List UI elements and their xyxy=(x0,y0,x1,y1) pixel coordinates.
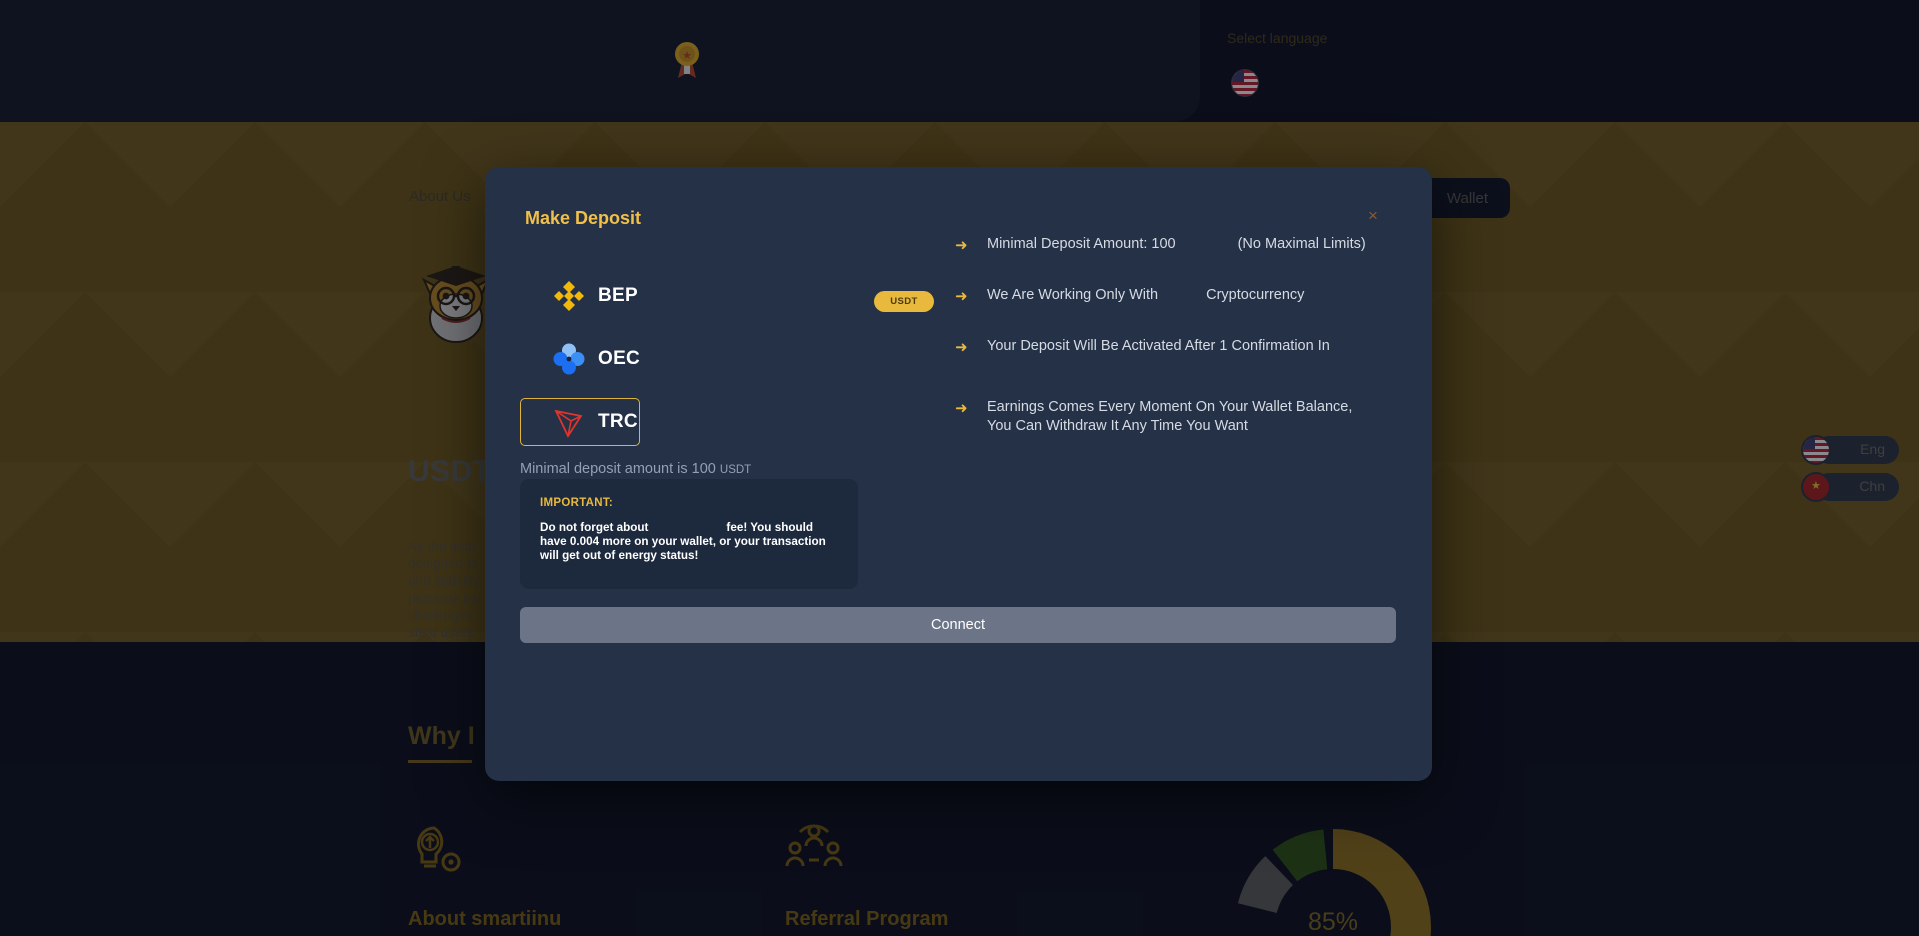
list-item: ➜ Earnings Comes Every Moment On Your Wa… xyxy=(955,398,1375,436)
chain-selector-list: BEP OEC TRC xyxy=(520,272,910,461)
deposit-info-list: ➜ Minimal Deposit Amount: 100 (No Maximal… xyxy=(955,235,1375,467)
bullet-3-text: Your Deposit Will Be Activated After 1 C… xyxy=(987,338,1330,354)
important-notice-box: IMPORTANT: Do not forget about fee! You s… xyxy=(520,479,858,589)
bullet-2-text: We Are Working Only With xyxy=(987,287,1159,303)
chain-option-oec[interactable]: OEC xyxy=(520,335,640,383)
make-deposit-modal: Make Deposit × BEP OEC TRC Minimal depos… xyxy=(485,167,1432,781)
minimal-deposit-note: Minimal deposit amount is 100 USDT xyxy=(520,461,751,477)
connect-button[interactable]: Connect xyxy=(520,607,1396,643)
bullet-1-text-after: (No Maximal Limits) xyxy=(1237,236,1366,252)
close-icon[interactable]: × xyxy=(1362,205,1384,227)
chain-option-trc-label: TRC xyxy=(598,411,638,432)
arrow-right-icon: ➜ xyxy=(955,288,968,305)
list-item: ➜ Your Deposit Will Be Activated After 1… xyxy=(955,337,1375,357)
chain-option-trc[interactable]: TRC xyxy=(520,398,640,446)
list-item: ➜ We Are Working Only With Cryptocurrency xyxy=(955,286,1375,306)
chain-option-bep-label: BEP xyxy=(598,285,638,306)
bullet-1-text: Minimal Deposit Amount: 100 xyxy=(987,236,1176,252)
minimal-deposit-note-unit: USDT xyxy=(719,464,752,476)
arrow-right-icon: ➜ xyxy=(955,237,968,254)
tron-icon xyxy=(554,409,583,438)
usdt-badge: USDT xyxy=(874,291,934,312)
bullet-2-text-after: Cryptocurrency xyxy=(1206,287,1305,303)
important-body: Do not forget about fee! You should have … xyxy=(540,521,840,563)
modal-title: Make Deposit xyxy=(525,208,642,228)
arrow-right-icon: ➜ xyxy=(955,400,968,417)
binance-icon xyxy=(554,281,584,311)
arrow-right-icon: ➜ xyxy=(955,339,968,356)
okex-chain-icon xyxy=(553,343,585,375)
chain-option-oec-label: OEC xyxy=(598,348,641,369)
chain-option-bep[interactable]: BEP xyxy=(520,272,640,320)
important-body-before: Do not forget about xyxy=(540,521,649,534)
bullet-4-text: Earnings Comes Every Moment On Your Wall… xyxy=(987,399,1353,434)
app-root: About Us Wallet USDT I As the indu desig… xyxy=(0,0,1919,936)
list-item: ➜ Minimal Deposit Amount: 100 (No Maximal… xyxy=(955,235,1375,255)
minimal-deposit-note-text: Minimal deposit amount is 100 xyxy=(520,461,720,477)
important-heading: IMPORTANT: xyxy=(540,497,614,509)
